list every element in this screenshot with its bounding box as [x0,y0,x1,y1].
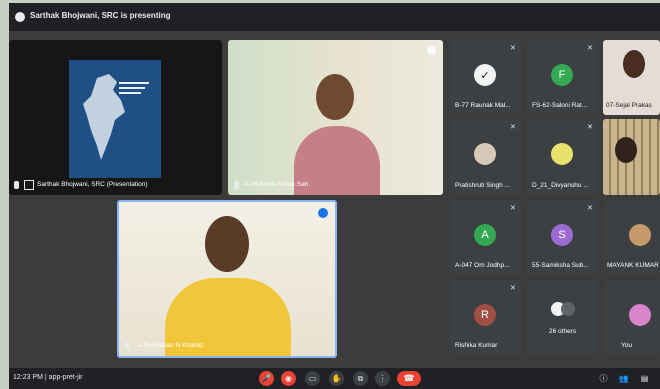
person-head [623,50,645,78]
participant-label: A-55-Raman N Khatod [137,342,203,349]
mic-off-icon: ✕ [510,205,516,212]
avatar-initial: A [474,224,496,246]
participant-tile-pratishruti[interactable]: ✕ Pratishruti Singh ... [450,119,521,195]
avatar-image: ✓ [474,64,496,86]
participant-label: D_21_Divyanshu ... [532,182,589,189]
participant-tile-raman[interactable]: A-55-Raman N Khatod [117,200,337,358]
person-head [615,137,637,163]
info-icon[interactable]: ⓘ [596,371,611,386]
participant-tile-rishika[interactable]: R ✕ Rishika Kumar [450,280,521,355]
participant-tile-mayank[interactable]: MAYANK KUMAR [603,200,660,275]
mic-off-icon: ✕ [510,124,516,131]
person-head [316,74,354,120]
participant-label: Pratishruti Singh ... [455,182,510,189]
avatar-initial: R [474,304,496,326]
participant-label: Rishika Kumar [455,342,498,349]
india-map-graphic [83,74,149,160]
avatar-image [551,143,573,165]
participant-label: MAYANK KUMAR [607,262,659,269]
avatar-image [629,304,651,326]
participant-tile-raunak[interactable]: ✓ ✕ B-77 Raunak Mal... [450,40,521,115]
participant-tile-neha[interactable]: A-08-Neha Ashok Sah [228,40,443,195]
participant-label: A-08-Neha Ashok Sah [244,181,309,188]
presentation-slide [69,60,161,178]
avatar-initial: F [551,64,573,86]
avatar-image [561,302,575,316]
raise-hand-button[interactable]: ✋ [329,371,344,386]
more-options-icon[interactable] [427,46,436,55]
top-bar: Sarthak Bhojwani, SRC is presenting [9,3,660,31]
present-button[interactable]: ⧉ [353,371,368,386]
present-screen-icon [24,180,34,190]
mic-off-icon: ✕ [510,285,516,292]
mic-off-icon: ✕ [587,124,593,131]
participant-tile-divyanshu[interactable]: ✕ D_21_Divyanshu ... [527,119,598,195]
participant-tile-sejal[interactable]: 07-Sejal Prakas [603,40,660,115]
presenting-icon [15,12,25,22]
participant-label: FS-62-Saloni Rat... [532,102,588,109]
leave-call-button[interactable]: ☎ [397,371,421,386]
participant-tile-video[interactable] [603,119,660,195]
participant-label: 07-Sejal Prakas [606,102,652,109]
people-icon[interactable]: 👥 [616,371,631,386]
mic-icon [125,342,130,350]
participant-tile-saloni[interactable]: F ✕ FS-62-Saloni Rat... [527,40,598,115]
chat-icon[interactable]: ▤ [637,371,652,386]
participant-label: B-77 Raunak Mal... [455,102,511,109]
time-meeting-code: 12:23 PM | app-pret-jir [13,374,83,381]
avatar-image [629,224,651,246]
participant-tile-samiksha[interactable]: S ✕ 55-Samiksha Sub... [527,200,598,275]
presenting-status: Sarthak Bhojwani, SRC is presenting [30,11,171,20]
mic-toggle-button[interactable]: 🎤 [259,371,274,386]
mic-off-icon: ✕ [587,205,593,212]
participant-label: You [621,342,632,349]
person-head [205,216,249,272]
bottom-bar: 12:23 PM | app-pret-jir 🎤 ◉ ▭ ✋ ⧉ ⋮ ☎ ⓘ … [9,368,660,389]
avatar-initial: S [551,224,573,246]
meet-window: Sarthak Bhojwani, SRC is presenting Sart… [9,3,660,389]
more-options-button[interactable]: ⋮ [375,371,390,386]
captions-button[interactable]: ▭ [305,371,320,386]
participant-tile-you[interactable]: You [603,280,660,355]
avatar-image [474,143,496,165]
others-label: 26 others [549,328,577,335]
mic-icon [14,181,19,189]
participant-label: 55-Samiksha Sub... [532,262,589,269]
mic-off-icon: ✕ [587,45,593,52]
others-avatars [551,302,577,318]
presentation-tile[interactable]: Sarthak Bhojwani, SRC (Presentation) [9,40,222,195]
camera-toggle-button[interactable]: ◉ [281,371,296,386]
presentation-label: Sarthak Bhojwani, SRC (Presentation) [37,181,148,188]
mic-icon [234,181,239,189]
others-tile[interactable]: 26 others [527,280,598,355]
participant-label: A-047 Om Jodhp... [455,262,510,269]
participant-tile-om[interactable]: A ✕ A-047 Om Jodhp... [450,200,521,275]
speaking-indicator-icon [318,208,328,218]
mic-off-icon: ✕ [510,45,516,52]
